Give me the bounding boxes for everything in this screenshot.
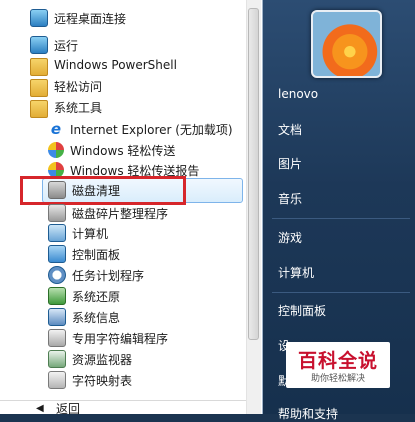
program-label: Windows PowerShell xyxy=(54,58,177,72)
back-arrow-icon: ◀ xyxy=(36,403,44,414)
char-editor-icon xyxy=(48,329,66,347)
program-item-ie[interactable]: e Internet Explorer (无加载项) xyxy=(48,119,248,139)
control-panel-icon xyxy=(48,245,66,263)
folder-icon xyxy=(30,78,48,97)
folder-item-system-tools[interactable]: 系统工具 xyxy=(30,97,255,118)
folder-icon xyxy=(30,99,48,118)
programs-scrollbar[interactable] xyxy=(246,0,261,414)
separator xyxy=(272,292,410,293)
program-label: 系统信息 xyxy=(72,310,121,325)
program-item-system-restore[interactable]: 系统还原 xyxy=(48,286,248,306)
run-icon xyxy=(30,36,48,54)
programs-list: 远程桌面连接 运行 Windows PowerShell 轻松访问 系统工具 e… xyxy=(0,0,263,416)
folder-item-powershell[interactable]: Windows PowerShell xyxy=(30,55,255,76)
program-item-computer[interactable]: 计算机 xyxy=(48,223,248,243)
program-item-defrag[interactable]: 磁盘碎片整理程序 xyxy=(48,203,248,223)
baike-watermark-logo: 百科全说 助你轻松解决 xyxy=(286,342,390,388)
char-map-icon xyxy=(48,371,66,389)
program-label: 控制面板 xyxy=(72,247,121,262)
link-pictures[interactable]: 图片 xyxy=(278,155,302,172)
watermark-subtitle: 助你轻松解决 xyxy=(310,374,365,384)
back-label: 返回 xyxy=(56,402,81,416)
resource-monitor-icon xyxy=(48,350,66,368)
computer-icon xyxy=(48,224,66,242)
program-item-char-editor[interactable]: 专用字符编辑程序 xyxy=(48,328,248,348)
windows-logo-icon xyxy=(48,142,64,158)
program-label: 轻松访问 xyxy=(54,79,103,94)
separator xyxy=(272,218,410,219)
folder-icon xyxy=(30,57,48,76)
user-avatar-picture[interactable] xyxy=(311,10,382,78)
program-item-char-map[interactable]: 字符映射表 xyxy=(48,370,248,390)
program-label: 计算机 xyxy=(72,226,109,241)
back-button[interactable]: ◀ 返回 xyxy=(0,400,246,416)
task-scheduler-icon xyxy=(48,266,66,284)
program-item-task-scheduler[interactable]: 任务计划程序 xyxy=(48,265,248,285)
program-item-run[interactable]: 运行 xyxy=(30,35,255,55)
watermark-title: 百科全说 xyxy=(297,350,378,372)
system-info-icon xyxy=(48,308,66,326)
program-label: Internet Explorer (无加载项) xyxy=(70,122,233,137)
link-documents[interactable]: 文档 xyxy=(278,121,302,138)
program-label: 资源监视器 xyxy=(72,352,133,367)
program-label: 任务计划程序 xyxy=(72,268,145,283)
program-label: 磁盘碎片整理程序 xyxy=(72,206,169,221)
annotation-highlight-box xyxy=(20,176,186,205)
folder-item-accessibility[interactable]: 轻松访问 xyxy=(30,76,255,97)
link-user-folder[interactable]: lenovo xyxy=(278,87,318,101)
system-restore-icon xyxy=(48,287,66,305)
remote-desktop-icon xyxy=(30,9,48,27)
internet-explorer-icon: e xyxy=(50,120,62,138)
link-music[interactable]: 音乐 xyxy=(278,190,302,207)
program-label: Windows 轻松传送 xyxy=(70,143,176,158)
program-item-system-info[interactable]: 系统信息 xyxy=(48,307,248,327)
link-control-panel[interactable]: 控制面板 xyxy=(278,302,326,319)
program-label: 系统工具 xyxy=(54,100,103,115)
program-item-remote-desktop[interactable]: 远程桌面连接 xyxy=(30,8,255,28)
program-item-resource-monitor[interactable]: 资源监视器 xyxy=(48,349,248,369)
program-label: 远程桌面连接 xyxy=(54,11,127,26)
link-games[interactable]: 游戏 xyxy=(278,229,302,246)
program-item-easy-transfer[interactable]: Windows 轻松传送 xyxy=(48,140,248,160)
program-item-control-panel[interactable]: 控制面板 xyxy=(48,244,248,264)
program-label: 系统还原 xyxy=(72,289,121,304)
defrag-icon xyxy=(48,204,66,222)
link-computer[interactable]: 计算机 xyxy=(278,264,314,281)
program-label: 专用字符编辑程序 xyxy=(72,331,169,346)
scrollbar-thumb[interactable] xyxy=(248,8,259,340)
program-label: 字符映射表 xyxy=(72,373,133,388)
program-label: 运行 xyxy=(54,38,79,53)
